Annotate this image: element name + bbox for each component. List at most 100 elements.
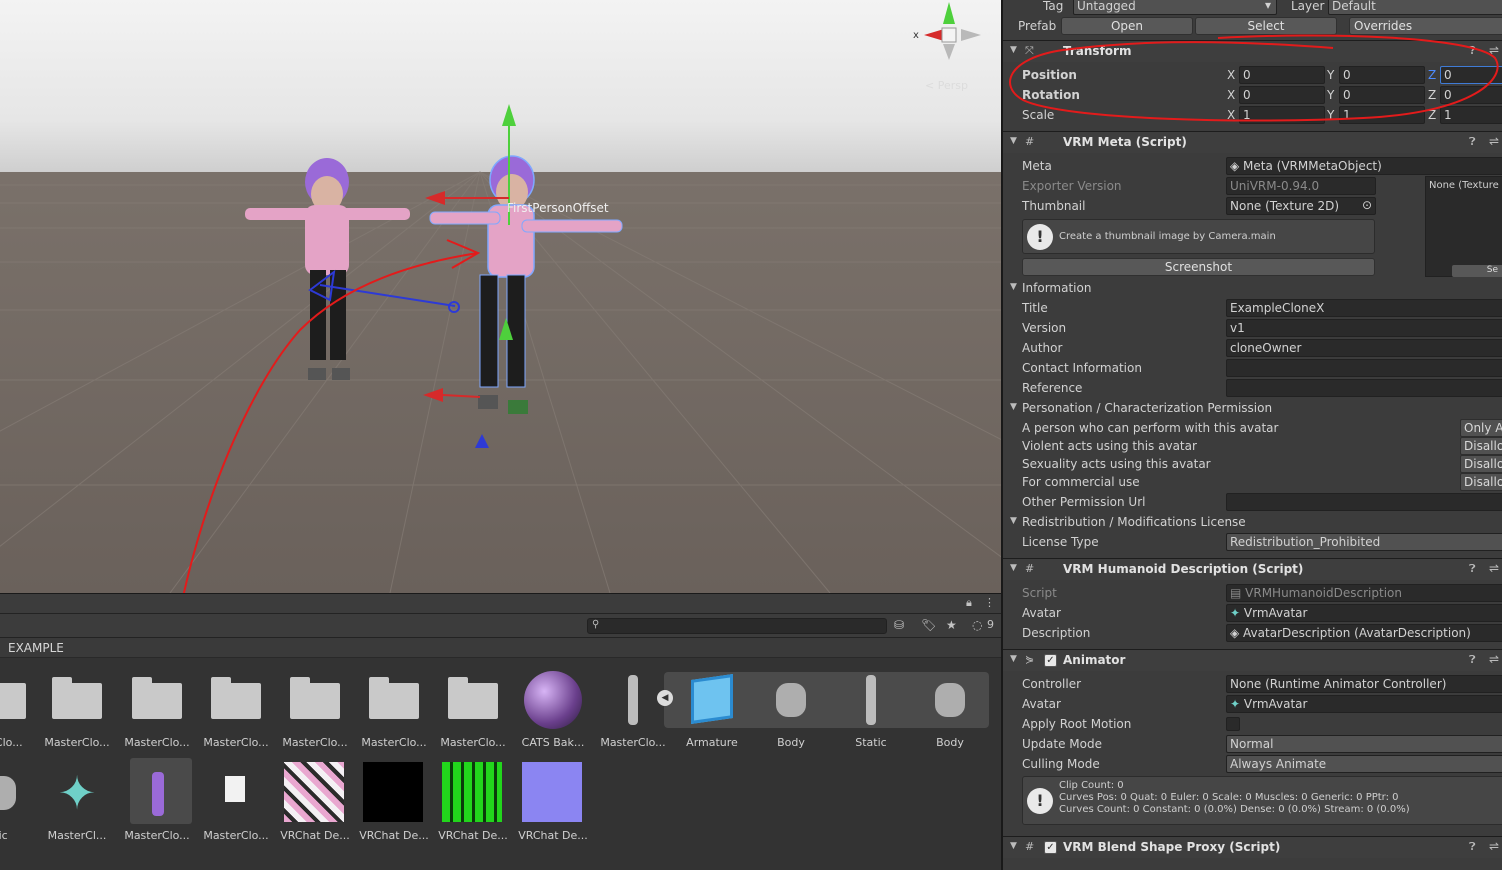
contact-field[interactable] — [1226, 359, 1502, 377]
settings-slider-icon[interactable]: ⇌ — [1489, 134, 1499, 148]
scene-view[interactable]: FirstPersonOffset x < Persp — [0, 0, 1001, 593]
project-row1-asset[interactable]: Armature — [673, 669, 751, 759]
project-row1-asset[interactable]: MasterClo... — [38, 669, 116, 759]
project-row1-asset[interactable]: MasterClo... — [118, 669, 196, 759]
other-permission-row: Other Permission Url — [1003, 492, 1502, 512]
foldout-triangle-icon[interactable]: ▼ — [1010, 516, 1017, 526]
project-row1-asset[interactable]: CATS Bak... — [514, 669, 592, 759]
settings-slider-icon[interactable]: ⇌ — [1489, 561, 1499, 575]
sexual-dropdown[interactable]: Disallo — [1460, 455, 1502, 473]
license-type-dropdown[interactable]: Redistribution_Prohibited — [1226, 533, 1502, 551]
project-row1-asset[interactable]: Body — [911, 669, 989, 759]
vrm-meta-title: VRM Meta (Script) — [1063, 135, 1187, 149]
humanoid-avatar-field[interactable]: ✦ VrmAvatar — [1226, 604, 1502, 622]
project-row1-asset[interactable]: MasterClo... — [434, 669, 512, 759]
reference-field[interactable] — [1226, 379, 1502, 397]
screenshot-button[interactable]: Screenshot — [1022, 258, 1375, 276]
script-field: ▤ VRMHumanoidDescription — [1226, 584, 1502, 602]
animator-enabled-checkbox[interactable]: ✓ — [1044, 654, 1057, 667]
thumbnail-preview[interactable]: None (Texture Se — [1425, 176, 1502, 277]
perform-dropdown[interactable]: Only A — [1460, 419, 1502, 437]
settings-slider-icon[interactable]: ⇌ — [1489, 652, 1499, 666]
lock-icon[interactable]: 🔒︎ — [966, 596, 972, 610]
help-icon[interactable]: ❓︎ — [1469, 562, 1476, 576]
animator-header[interactable]: ▼ ⋟ ✓ Animator ❓︎ ⇌ — [1003, 649, 1502, 671]
project-row2-asset[interactable]: VRChat De... — [514, 762, 592, 852]
collapse-arrow-icon[interactable]: ◀ — [657, 690, 673, 706]
gizmo-persp-label[interactable]: < Persp — [925, 79, 968, 92]
foldout-triangle-icon[interactable]: ▼ — [1010, 563, 1017, 573]
folder-icon — [132, 677, 182, 719]
project-row1-asset[interactable]: Body — [752, 669, 830, 759]
tag-dropdown[interactable]: Untagged ▾ — [1073, 0, 1277, 15]
foldout-triangle-icon[interactable]: ▼ — [1010, 841, 1017, 851]
filter-by-type-icon[interactable]: ⛁ — [894, 618, 904, 632]
commercial-dropdown[interactable]: Disallo — [1460, 473, 1502, 491]
help-icon[interactable]: ❓︎ — [1469, 840, 1476, 854]
folder-icon — [448, 677, 498, 719]
asset-label: Body — [936, 736, 964, 749]
update-mode-dropdown[interactable]: Normal — [1226, 735, 1502, 753]
layer-dropdown[interactable]: Default — [1328, 0, 1502, 15]
version-field[interactable]: v1 — [1226, 319, 1502, 337]
help-icon[interactable]: ❓︎ — [1469, 135, 1476, 149]
foldout-triangle-icon[interactable]: ▼ — [1010, 282, 1017, 292]
project-row2-asset[interactable]: ✦ MasterCl... — [38, 762, 116, 852]
violent-dropdown[interactable]: Disallo — [1460, 437, 1502, 455]
other-permission-field[interactable] — [1226, 493, 1502, 511]
search-icon: ⚲ — [592, 619, 600, 630]
object-picker-icon[interactable]: ⊙ — [1362, 198, 1372, 212]
other-permission-label: Other Permission Url — [1022, 495, 1146, 509]
license-header: Redistribution / Modifications License — [1022, 515, 1246, 529]
thumbnail-select-button[interactable]: Se — [1452, 265, 1502, 277]
blendshape-enabled-checkbox[interactable]: ✓ — [1044, 841, 1057, 854]
hidden-packages-icon[interactable]: ◌ — [972, 618, 982, 632]
texture-thumbnail — [522, 762, 582, 822]
project-search-input[interactable]: ⚲ — [587, 618, 887, 634]
project-row1-asset[interactable]: terClo... — [0, 669, 40, 759]
file-icon — [225, 776, 245, 802]
kebab-menu-icon[interactable]: ⋮ — [984, 596, 995, 609]
filter-by-label-icon[interactable]: 🏷︎ — [921, 618, 936, 632]
project-row1-asset[interactable]: MasterClo... — [594, 669, 672, 759]
first-person-offset-label: FirstPersonOffset — [507, 201, 609, 215]
meta-object-field[interactable]: ◈ Meta (VRMMetaObject) — [1226, 157, 1502, 175]
information-foldout[interactable]: ▼ Information — [1003, 278, 1502, 298]
project-row1-asset[interactable]: MasterClo... — [197, 669, 275, 759]
license-foldout[interactable]: ▼ Redistribution / Modifications License — [1003, 512, 1502, 532]
scene-canvas[interactable]: FirstPersonOffset x < Persp — [0, 0, 1001, 593]
animator-avatar-field[interactable]: ✦ VrmAvatar — [1226, 695, 1502, 713]
author-field[interactable]: cloneOwner — [1226, 339, 1502, 357]
project-row2-asset[interactable]: VRChat De... — [434, 762, 512, 852]
project-row1-asset[interactable]: MasterClo... — [355, 669, 433, 759]
version-row: Version v1 — [1003, 318, 1502, 338]
favorites-star-icon[interactable]: ★ — [946, 618, 957, 632]
breadcrumb-folder[interactable]: EXAMPLE — [8, 641, 64, 655]
thumbnail-field[interactable]: None (Texture 2D) ⊙ — [1226, 197, 1376, 215]
title-field[interactable]: ExampleCloneX — [1226, 299, 1502, 317]
project-row2-asset[interactable]: tic — [0, 762, 40, 852]
humanoid-header[interactable]: ▼ # VRM Humanoid Description (Script) ❓︎… — [1003, 558, 1502, 580]
project-row1-asset[interactable]: MasterClo... — [276, 669, 354, 759]
root-motion-checkbox[interactable] — [1226, 717, 1240, 731]
foldout-triangle-icon[interactable]: ▼ — [1010, 402, 1017, 412]
permission-foldout[interactable]: ▼ Personation / Characterization Permiss… — [1003, 398, 1502, 418]
foldout-triangle-icon[interactable]: ▼ — [1010, 136, 1017, 146]
project-row2-asset[interactable]: MasterClo... — [197, 762, 275, 852]
description-field[interactable]: ◈ AvatarDescription (AvatarDescription) — [1226, 624, 1502, 642]
contact-label: Contact Information — [1022, 361, 1142, 375]
project-row2-asset[interactable]: VRChat De... — [355, 762, 433, 852]
help-icon[interactable]: ❓︎ — [1469, 653, 1476, 667]
blendshape-header[interactable]: ▼ # ✓ VRM Blend Shape Proxy (Script) ❓︎ … — [1003, 836, 1502, 858]
project-row2-asset[interactable]: VRChat De... — [276, 762, 354, 852]
project-row2-asset[interactable]: MasterClo... — [118, 758, 196, 852]
texture-thumbnail — [363, 762, 423, 822]
foldout-triangle-icon[interactable]: ▼ — [1010, 654, 1017, 664]
asset-label: VRChat De... — [280, 829, 350, 842]
reference-label: Reference — [1022, 381, 1083, 395]
culling-mode-dropdown[interactable]: Always Animate — [1226, 755, 1502, 773]
settings-slider-icon[interactable]: ⇌ — [1489, 839, 1499, 853]
project-row1-asset[interactable]: Static — [832, 669, 910, 759]
vrm-meta-header[interactable]: ▼ # VRM Meta (Script) ❓︎ ⇌ — [1003, 131, 1502, 153]
controller-field[interactable]: None (Runtime Animator Controller) — [1226, 675, 1502, 693]
